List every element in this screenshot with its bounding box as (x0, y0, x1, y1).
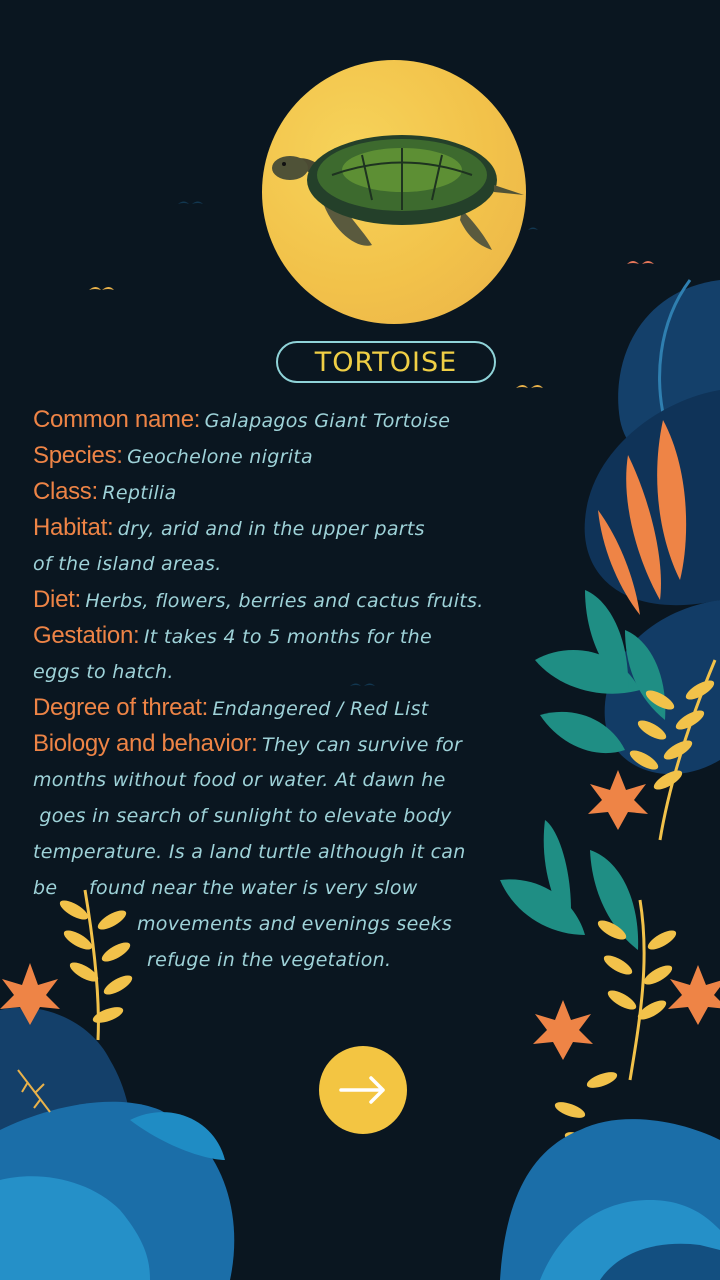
label-class: Class: (33, 478, 98, 505)
value-biology-5: be found near the water is very slow (33, 877, 418, 899)
value-biology-2: months without food or water. At dawn he (33, 769, 446, 791)
info-line-biology-4: temperature. Is a land turtle although i… (33, 834, 533, 870)
title-pill: TORTOISE (276, 341, 496, 383)
value-habitat-cont: of the island areas. (33, 553, 222, 575)
info-line-species: Species: Geochelone nigrita (33, 438, 533, 474)
label-common-name: Common name: (33, 406, 201, 433)
value-gestation-cont: eggs to hatch. (33, 661, 174, 683)
value-habitat: dry, arid and in the upper parts (117, 518, 425, 540)
hero-sun-circle (262, 60, 526, 324)
value-biology-3: goes in search of sunlight to elevate bo… (33, 805, 452, 827)
sea-turtle-illustration (272, 135, 524, 250)
info-line-common-name: Common name: Galapagos Giant Tortoise (33, 402, 533, 438)
info-line-biology-7: refuge in the vegetation. (33, 942, 533, 978)
info-line-habitat-cont: of the island areas. (33, 546, 533, 582)
info-line-biology-3: goes in search of sunlight to elevate bo… (33, 798, 533, 834)
label-biology: Biology and behavior: (33, 730, 258, 757)
info-line-biology: Biology and behavior: They can survive f… (33, 726, 533, 762)
info-line-diet: Diet: Herbs, flowers, berries and cactus… (33, 582, 533, 618)
value-class: Reptilia (102, 482, 177, 504)
label-gestation: Gestation: (33, 622, 140, 649)
value-biology: They can survive for (261, 734, 463, 756)
value-common-name: Galapagos Giant Tortoise (204, 410, 451, 432)
value-biology-4: temperature. Is a land turtle although i… (33, 841, 466, 863)
value-gestation: It takes 4 to 5 months for the (143, 626, 432, 648)
value-threat: Endangered / Red List (212, 698, 429, 720)
info-line-gestation: Gestation: It takes 4 to 5 months for th… (33, 618, 533, 654)
arrow-right-icon (339, 1076, 385, 1104)
info-line-biology-2: months without food or water. At dawn he (33, 762, 533, 798)
value-diet: Herbs, flowers, berries and cactus fruit… (85, 590, 484, 612)
label-habitat: Habitat: (33, 514, 114, 541)
label-diet: Diet: (33, 586, 81, 613)
info-block: Common name: Galapagos Giant Tortoise Sp… (33, 402, 533, 978)
info-line-biology-5: be found near the water is very slow (33, 870, 533, 906)
value-biology-6: movements and evenings seeks (137, 913, 453, 935)
info-line-habitat: Habitat: dry, arid and in the upper part… (33, 510, 533, 546)
label-species: Species: (33, 442, 123, 469)
page-title: TORTOISE (314, 346, 458, 378)
info-line-threat: Degree of threat: Endangered / Red List (33, 690, 533, 726)
next-button[interactable] (319, 1046, 407, 1134)
value-species: Geochelone nigrita (127, 446, 313, 468)
info-line-gestation-cont: eggs to hatch. (33, 654, 533, 690)
screen: TORTOISE Common name: Galapagos Giant To… (0, 0, 720, 1280)
info-line-biology-6: movements and evenings seeks (33, 906, 533, 942)
value-biology-7: refuge in the vegetation. (147, 949, 392, 971)
label-threat: Degree of threat: (33, 694, 209, 721)
info-line-class: Class: Reptilia (33, 474, 533, 510)
